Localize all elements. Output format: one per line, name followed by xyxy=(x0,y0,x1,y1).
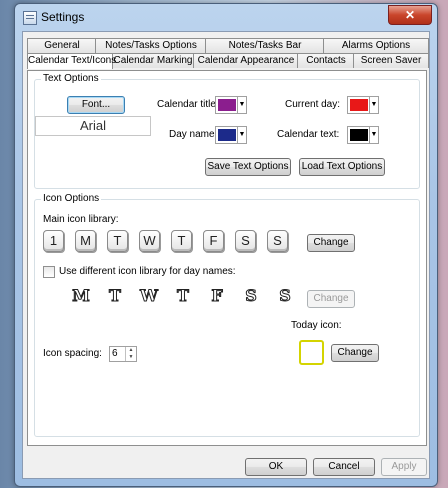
settings-app-icon xyxy=(23,11,37,25)
main-icon-w: W xyxy=(139,230,160,252)
main-icon-f: F xyxy=(203,230,224,252)
apply-button[interactable]: Apply xyxy=(381,458,427,476)
font-preview: Arial xyxy=(35,116,151,136)
change-day-icons-button[interactable]: Change xyxy=(307,290,355,308)
day-icon-s2: S xyxy=(279,286,292,306)
day-icon-w: W xyxy=(140,286,159,306)
tab-alarms-options[interactable]: Alarms Options xyxy=(323,38,429,53)
save-text-options-button[interactable]: Save Text Options xyxy=(205,158,291,176)
title-bar[interactable]: Settings ✕ xyxy=(15,4,437,30)
main-icon-1: 1 xyxy=(43,230,64,252)
icon-options-legend: Icon Options xyxy=(41,193,102,204)
tab-notes-tasks-options[interactable]: Notes/Tasks Options xyxy=(95,38,207,53)
tab-strip: General Notes/Tasks Options Notes/Tasks … xyxy=(27,38,429,69)
today-icon-preview xyxy=(299,340,324,365)
main-icon-preview: 1 M T W T F S S xyxy=(43,230,303,254)
chevron-down-icon: ▼ xyxy=(237,127,246,143)
tab-calendar-text-icons[interactable]: Calendar Text/Icons xyxy=(27,53,116,69)
tab-row-1: General Notes/Tasks Options Notes/Tasks … xyxy=(27,38,429,53)
day-icon-t2: T xyxy=(177,286,190,306)
ok-button[interactable]: OK xyxy=(245,458,307,476)
close-icon: ✕ xyxy=(404,8,416,22)
settings-window: Settings ✕ General Notes/Tasks Options N… xyxy=(14,3,438,487)
tab-calendar-appearance[interactable]: Calendar Appearance xyxy=(193,53,299,68)
icon-options-group: Icon Options Main icon library: 1 M T W … xyxy=(34,193,420,437)
dialog-client: General Notes/Tasks Options Notes/Tasks … xyxy=(22,31,430,479)
text-options-legend: Text Options xyxy=(41,73,101,84)
main-icon-t: T xyxy=(107,230,128,252)
tab-calendar-marking[interactable]: Calendar Marking xyxy=(111,53,195,68)
calendar-title-color xyxy=(218,99,236,111)
main-icon-m: M xyxy=(75,230,96,252)
current-day-color-picker[interactable]: ▼ xyxy=(347,96,379,114)
current-day-label: Current day: xyxy=(285,99,341,110)
text-options-group: Text Options Font... Arial Calendar titl… xyxy=(34,73,420,189)
spin-up-down-icon[interactable]: ▲ ▼ xyxy=(125,347,136,361)
calendar-text-icons-panel: Text Options Font... Arial Calendar titl… xyxy=(27,70,427,446)
main-icon-s: S xyxy=(235,230,256,252)
calendar-title-color-picker[interactable]: ▼ xyxy=(215,96,247,114)
icon-spacing-label: Icon spacing: xyxy=(43,348,102,359)
day-names-color xyxy=(218,129,236,141)
chevron-down-icon: ▼ xyxy=(369,97,378,113)
current-day-color xyxy=(350,99,368,111)
day-icon-f: F xyxy=(211,286,223,306)
main-icon-library-label: Main icon library: xyxy=(43,214,119,225)
font-button[interactable]: Font... xyxy=(67,96,125,114)
chevron-down-icon: ▼ xyxy=(237,97,246,113)
tab-notes-tasks-bar[interactable]: Notes/Tasks Bar xyxy=(205,38,325,53)
calendar-text-color xyxy=(350,129,368,141)
today-icon-label: Today icon: xyxy=(291,320,342,331)
chevron-down-icon: ▼ xyxy=(369,127,378,143)
different-library-checkbox[interactable] xyxy=(43,266,55,278)
day-icon-s: S xyxy=(245,286,258,306)
cancel-button[interactable]: Cancel xyxy=(313,458,375,476)
change-today-icon-button[interactable]: Change xyxy=(331,344,379,362)
different-library-label: Use different icon library for day names… xyxy=(59,266,236,277)
close-button[interactable]: ✕ xyxy=(388,5,432,25)
load-text-options-button[interactable]: Load Text Options xyxy=(299,158,385,176)
day-names-color-picker[interactable]: ▼ xyxy=(215,126,247,144)
tab-row-2: Calendar Text/Icons Calendar Marking Cal… xyxy=(27,53,429,69)
day-icon-m: M xyxy=(72,286,91,306)
calendar-text-label: Calendar text: xyxy=(277,129,340,140)
icon-spacing-spinner[interactable]: 6 ▲ ▼ xyxy=(109,346,137,362)
main-icon-t2: T xyxy=(171,230,192,252)
tab-general[interactable]: General xyxy=(27,38,97,53)
calendar-text-color-picker[interactable]: ▼ xyxy=(347,126,379,144)
window-title: Settings xyxy=(41,10,85,24)
change-main-icons-button[interactable]: Change xyxy=(307,234,355,252)
tab-screen-saver[interactable]: Screen Saver xyxy=(353,53,429,68)
icon-spacing-value: 6 xyxy=(112,348,118,359)
day-icon-t: T xyxy=(109,286,122,306)
calendar-title-label: Calendar title: xyxy=(157,99,219,110)
day-names-icon-preview: M T W T F S S xyxy=(71,286,301,310)
tab-contacts[interactable]: Contacts xyxy=(297,53,355,68)
main-icon-s2: S xyxy=(267,230,288,252)
